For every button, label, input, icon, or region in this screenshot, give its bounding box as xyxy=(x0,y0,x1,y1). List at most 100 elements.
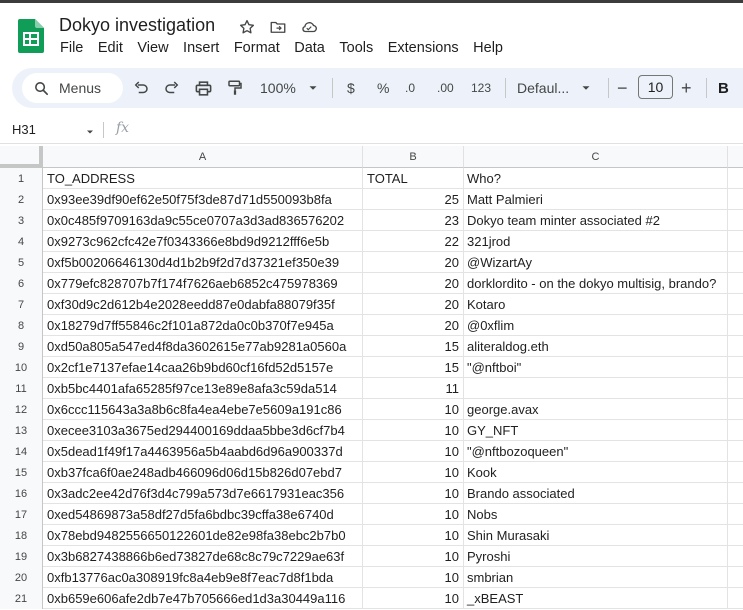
cell-to-address[interactable]: 0xb37fca6f0ae248adb466096d06d15b826d07eb… xyxy=(43,462,363,483)
menu-tools[interactable]: Tools xyxy=(339,40,373,56)
row-header[interactable]: 12 xyxy=(0,399,43,420)
sheets-logo-icon[interactable] xyxy=(18,19,44,53)
font-size-input[interactable]: 10 xyxy=(638,75,673,99)
cell-total[interactable]: 25 xyxy=(363,189,464,210)
move-to-folder-icon[interactable] xyxy=(267,17,289,37)
row-header[interactable]: 7 xyxy=(0,294,43,315)
row-header[interactable]: 20 xyxy=(0,567,43,588)
cell-total[interactable]: 10 xyxy=(363,420,464,441)
cell-who[interactable]: george.avax xyxy=(464,399,728,420)
cell-to-address[interactable]: 0x0c485f9709163da9c55ce0707a3d3ad8365762… xyxy=(43,210,363,231)
cloud-status-icon[interactable] xyxy=(298,17,320,37)
cell-to-address[interactable]: 0x3adc2ee42d76f3d4c799a573d7e6617931eac3… xyxy=(43,483,363,504)
row-header[interactable]: 2 xyxy=(0,189,43,210)
cell-total[interactable]: 15 xyxy=(363,357,464,378)
cell-to-address[interactable]: 0x779efc828707b7f174f7626aeb6852c4759783… xyxy=(43,273,363,294)
cell-who[interactable]: "@nftbozoqueen" xyxy=(464,441,728,462)
cell-who[interactable]: Shin Murasaki xyxy=(464,525,728,546)
cell-to-address[interactable]: 0xfb13776ac0a308919fc8a4eb9e8f7eac7d8f1b… xyxy=(43,567,363,588)
menu-insert[interactable]: Insert xyxy=(183,40,219,56)
percent-format-button[interactable]: % xyxy=(377,76,389,100)
cell-total[interactable]: 20 xyxy=(363,273,464,294)
currency-format-button[interactable]: $ xyxy=(347,76,355,100)
cell-who[interactable] xyxy=(464,378,728,399)
cell-to-address[interactable]: 0x2cf1e7137efae14caa26b9bd60cf16fd52d515… xyxy=(43,357,363,378)
star-icon[interactable] xyxy=(236,17,258,37)
document-title[interactable]: Dokyo investigation xyxy=(59,15,215,36)
undo-icon[interactable] xyxy=(132,76,150,100)
cell-to-address[interactable]: 0xecee3103a3675ed294400169ddaa5bbe3d6cf7… xyxy=(43,420,363,441)
cell-to-address[interactable]: 0xf30d9c2d612b4e2028eedd87e0dabfa88079f3… xyxy=(43,294,363,315)
cell-who[interactable]: dorklordito - on the dokyo multisig, bra… xyxy=(464,273,728,294)
cell-total[interactable]: 10 xyxy=(363,462,464,483)
menu-extensions[interactable]: Extensions xyxy=(388,40,459,56)
cell-to-address[interactable]: 0xb5bc4401afa65285f97ce13e89e8afa3c59da5… xyxy=(43,378,363,399)
decrease-font-size-button[interactable]: − xyxy=(617,76,628,100)
cell-who[interactable]: Matt Palmieri xyxy=(464,189,728,210)
cell-who[interactable]: Kook xyxy=(464,462,728,483)
font-select[interactable]: Defaul... xyxy=(517,76,593,100)
row-header[interactable]: 14 xyxy=(0,441,43,462)
row-header[interactable]: 10 xyxy=(0,357,43,378)
cell-to-address[interactable]: 0x6ccc115643a3a8b6c8fa4ea4ebe7e5609a191c… xyxy=(43,399,363,420)
row-header[interactable]: 5 xyxy=(0,252,43,273)
cell-total[interactable]: 10 xyxy=(363,504,464,525)
cell-to-address[interactable]: 0x18279d7ff55846c2f101a872da0c0b370f7e94… xyxy=(43,315,363,336)
cell-total[interactable]: TOTAL xyxy=(363,168,464,189)
row-header[interactable]: 13 xyxy=(0,420,43,441)
cell-who[interactable]: aliteraldog.eth xyxy=(464,336,728,357)
cell-who[interactable]: GY_NFT xyxy=(464,420,728,441)
cell-total[interactable]: 20 xyxy=(363,252,464,273)
row-header[interactable]: 18 xyxy=(0,525,43,546)
menu-format[interactable]: Format xyxy=(234,40,280,56)
column-header-d[interactable] xyxy=(728,146,743,168)
row-header[interactable]: 16 xyxy=(0,483,43,504)
row-header[interactable]: 21 xyxy=(0,588,43,609)
cell-who[interactable]: Who? xyxy=(464,168,728,189)
name-box[interactable]: H31 xyxy=(12,122,36,137)
cell-total[interactable]: 10 xyxy=(363,567,464,588)
cell-total[interactable]: 20 xyxy=(363,294,464,315)
cell-to-address[interactable]: 0x78ebd9482556650122601de82e98fa38ebc2b7… xyxy=(43,525,363,546)
cell-total[interactable]: 20 xyxy=(363,315,464,336)
row-header[interactable]: 6 xyxy=(0,273,43,294)
cell-to-address[interactable]: TO_ADDRESS xyxy=(43,168,363,189)
cell-total[interactable]: 10 xyxy=(363,441,464,462)
column-header-c[interactable]: C xyxy=(464,146,728,168)
cell-total[interactable]: 23 xyxy=(363,210,464,231)
cell-who[interactable]: @0xflim xyxy=(464,315,728,336)
menu-help[interactable]: Help xyxy=(473,40,503,56)
cell-who[interactable]: Pyroshi xyxy=(464,546,728,567)
cell-who[interactable]: smbrian xyxy=(464,567,728,588)
cell-total[interactable]: 10 xyxy=(363,483,464,504)
print-icon[interactable] xyxy=(194,76,213,100)
cell-who[interactable]: Brando associated xyxy=(464,483,728,504)
row-header[interactable]: 9 xyxy=(0,336,43,357)
menu-edit[interactable]: Edit xyxy=(98,40,123,56)
row-header[interactable]: 11 xyxy=(0,378,43,399)
cell-total[interactable]: 15 xyxy=(363,336,464,357)
cell-to-address[interactable]: 0xf5b00206646130d4d1b2b9f2d7d37321ef350e… xyxy=(43,252,363,273)
cell-to-address[interactable]: 0x9273c962cfc42e7f0343366e8bd9d9212fff6e… xyxy=(43,231,363,252)
cell-total[interactable]: 10 xyxy=(363,399,464,420)
column-header-a[interactable]: A xyxy=(43,146,363,168)
cell-total[interactable]: 10 xyxy=(363,588,464,609)
increase-decimal-button[interactable]: .00 xyxy=(437,76,454,100)
select-all-corner[interactable] xyxy=(0,146,43,168)
cell-who[interactable]: @WizartAy xyxy=(464,252,728,273)
row-header[interactable]: 19 xyxy=(0,546,43,567)
row-header[interactable]: 15 xyxy=(0,462,43,483)
cell-to-address[interactable]: 0x93ee39df90ef62e50f75f3de87d71d550093b8… xyxy=(43,189,363,210)
menu-view[interactable]: View xyxy=(137,40,168,56)
cell-to-address[interactable]: 0xd50a805a547ed4f8da3602615e77ab9281a056… xyxy=(43,336,363,357)
row-header[interactable]: 8 xyxy=(0,315,43,336)
menu-data[interactable]: Data xyxy=(294,40,325,56)
column-header-b[interactable]: B xyxy=(363,146,464,168)
more-formats-button[interactable]: 123 xyxy=(471,76,491,100)
cell-who[interactable]: "@nftboi" xyxy=(464,357,728,378)
bold-button[interactable]: B xyxy=(718,76,729,100)
cell-total[interactable]: 10 xyxy=(363,525,464,546)
decrease-decimal-button[interactable]: .0 xyxy=(405,76,415,100)
increase-font-size-button[interactable]: + xyxy=(681,76,692,100)
cell-total[interactable]: 11 xyxy=(363,378,464,399)
